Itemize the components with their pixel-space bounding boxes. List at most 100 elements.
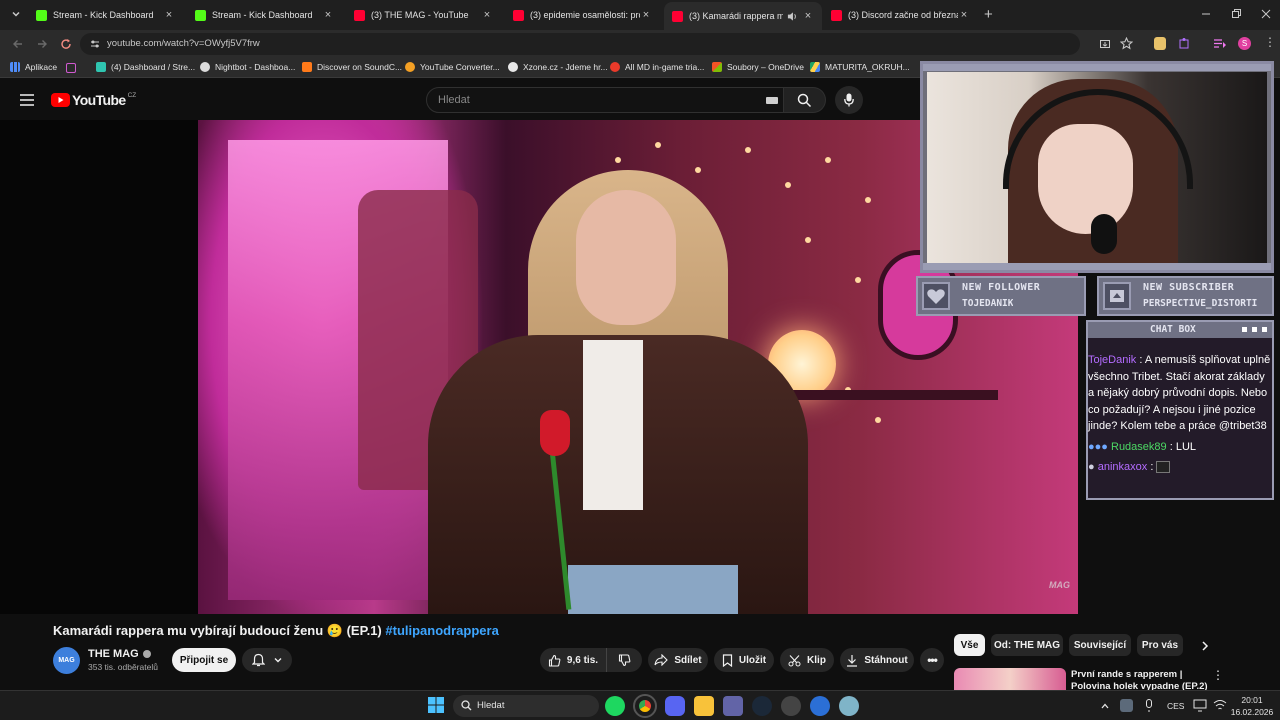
tray-network-icon[interactable] <box>1213 699 1227 712</box>
extension-icon[interactable] <box>1154 37 1166 50</box>
chip-label: Od: THE MAG <box>993 639 1061 651</box>
chat-message: TojeDanik : A nemusíš splňovat uplně vše… <box>1088 352 1272 435</box>
bookmark-item[interactable]: Discover on SoundC... <box>302 62 402 72</box>
discord-icon[interactable] <box>665 696 685 716</box>
voice-search-button[interactable] <box>835 86 863 114</box>
restore-icon[interactable] <box>1230 8 1242 20</box>
chip-related[interactable]: Související <box>1069 634 1131 656</box>
bookmark-item[interactable]: MATURITA_OKRUH... <box>810 62 910 72</box>
close-window-icon[interactable] <box>1260 8 1272 20</box>
windows-start-icon[interactable] <box>427 696 447 716</box>
install-app-icon[interactable] <box>1099 38 1111 50</box>
clock-date[interactable]: 16.02.2026 <box>1228 707 1276 717</box>
download-icon <box>846 654 858 667</box>
youtube-logo[interactable]: YouTube CZ <box>51 92 136 108</box>
close-tab-icon[interactable]: × <box>481 9 493 21</box>
reload-icon[interactable] <box>60 38 72 50</box>
video-person-shirt <box>583 340 643 510</box>
dislike-button[interactable] <box>606 648 642 672</box>
close-tab-icon[interactable]: × <box>322 9 334 21</box>
browser-tab[interactable]: (3) epidemie osamělosti: proč s × <box>505 4 660 26</box>
profile-avatar[interactable]: S <box>1238 37 1251 50</box>
channel-name[interactable]: THE MAG <box>88 648 151 660</box>
search-input[interactable]: Hledat <box>426 87 784 113</box>
youtube-logo-text: YouTube <box>72 92 126 108</box>
browser-toolbar: youtube.com/watch?v=OWyfj5V7frw S ⋮ <box>0 30 1280 58</box>
chips-next-icon[interactable] <box>1200 640 1210 652</box>
bookmark-label: Discover on SoundC... <box>317 62 403 72</box>
new-tab-icon[interactable]: + <box>984 6 993 23</box>
obs-icon[interactable] <box>839 696 859 716</box>
close-tab-icon[interactable]: × <box>958 9 970 21</box>
more-actions-button[interactable]: ••• <box>920 648 944 672</box>
tab-title: (3) THE MAG - YouTube <box>371 10 469 20</box>
speaker-icon[interactable] <box>787 11 798 22</box>
clip-button[interactable]: Klip <box>780 648 834 672</box>
forward-icon[interactable] <box>36 38 48 50</box>
bookmark-item[interactable]: All MD in-game tria... <box>610 62 704 72</box>
download-button[interactable]: Stáhnout <box>840 648 914 672</box>
video-hashtag[interactable]: #tulipanodrappera <box>385 623 498 638</box>
bookmark-item[interactable]: Xzone.cz - Jdeme hr... <box>508 62 608 72</box>
chip-all[interactable]: Vše <box>954 634 985 656</box>
bookmark-item[interactable]: Nightbot - Dashboa... <box>200 62 295 72</box>
browser-tab[interactable]: (3) THE MAG - YouTube × <box>346 4 501 26</box>
site-info-icon[interactable] <box>89 38 101 50</box>
bookmark-item[interactable]: YouTube Converter... <box>405 62 500 72</box>
tray-microphone-icon[interactable] <box>1144 699 1154 713</box>
spotify-icon[interactable] <box>605 696 625 716</box>
notifications-button[interactable] <box>242 648 292 672</box>
browser-tab[interactable]: (3) Discord začne od března ov × <box>823 4 978 26</box>
browser-menu-icon[interactable]: ⋮ <box>1264 36 1276 48</box>
chat-box-overlay: CHAT BOX TojeDanik : A nemusíš splňovat … <box>1086 320 1274 500</box>
search-button[interactable] <box>784 87 826 113</box>
browser-tab-active[interactable]: (3) Kamarádi rappera mu vy × <box>664 2 822 30</box>
chrome-icon[interactable] <box>633 694 657 718</box>
close-tab-icon[interactable]: × <box>802 10 814 22</box>
close-tab-icon[interactable]: × <box>163 9 175 21</box>
minimize-icon[interactable] <box>1200 8 1212 20</box>
extensions-puzzle-icon[interactable] <box>1178 37 1191 50</box>
close-tab-icon[interactable]: × <box>640 9 652 21</box>
ccleaner-icon[interactable] <box>810 696 830 716</box>
address-bar[interactable]: youtube.com/watch?v=OWyfj5V7frw <box>80 33 1133 55</box>
bookmark-item[interactable]: Aplikace <box>10 62 57 72</box>
tray-app-icon[interactable] <box>1120 699 1133 712</box>
tab-search-chevron-icon[interactable] <box>10 8 22 20</box>
chip-for-you[interactable]: Pro vás <box>1137 634 1183 656</box>
keyboard-icon[interactable] <box>766 97 778 104</box>
clock-time[interactable]: 20:01 <box>1232 695 1272 705</box>
share-icon <box>654 654 669 666</box>
related-video-item[interactable]: První rande s rapperem | Polovina holek … <box>954 668 1274 690</box>
download-label: Stáhnout <box>864 654 908 666</box>
channel-avatar[interactable]: MAG <box>53 647 80 674</box>
chat-username: TojeDanik <box>1088 354 1137 366</box>
browser-tab[interactable]: Stream - Kick Dashboard × <box>28 4 183 26</box>
back-icon[interactable] <box>12 38 24 50</box>
tab-groups-icon[interactable] <box>66 63 76 73</box>
tray-display-icon[interactable] <box>1193 699 1207 712</box>
share-button[interactable]: Sdílet <box>648 648 708 672</box>
bookmark-item[interactable]: Soubory – OneDrive <box>712 62 804 72</box>
file-explorer-icon[interactable] <box>694 696 714 716</box>
bookmark-star-icon[interactable] <box>1120 37 1133 50</box>
taskbar-search[interactable]: Hledat <box>453 695 599 717</box>
chip-from-channel[interactable]: Od: THE MAG <box>991 634 1063 656</box>
related-video-menu-icon[interactable]: ⋮ <box>1212 668 1224 682</box>
chat-emote-icon <box>1156 461 1171 474</box>
hamburger-menu-icon[interactable] <box>20 94 34 106</box>
like-button[interactable]: 9,6 tis. <box>540 648 606 672</box>
more-horizontal-icon: ••• <box>927 653 938 667</box>
browser-tab[interactable]: Stream - Kick Dashboard × <box>187 4 342 26</box>
save-button[interactable]: Uložit <box>714 648 774 672</box>
new-follower-alert: NEW FOLLOWER TOJEDANIK <box>916 276 1086 316</box>
teams-icon[interactable] <box>723 696 743 716</box>
tray-chevron-up-icon[interactable] <box>1100 701 1110 711</box>
app-icon[interactable] <box>781 696 801 716</box>
join-button[interactable]: Připojit se <box>172 648 236 672</box>
language-indicator[interactable]: CES <box>1167 701 1184 711</box>
steam-icon[interactable] <box>752 696 772 716</box>
bookmark-item[interactable]: (4) Dashboard / Stre... <box>96 62 195 72</box>
media-control-icon[interactable] <box>1213 37 1227 50</box>
soundcloud-icon <box>302 62 312 72</box>
